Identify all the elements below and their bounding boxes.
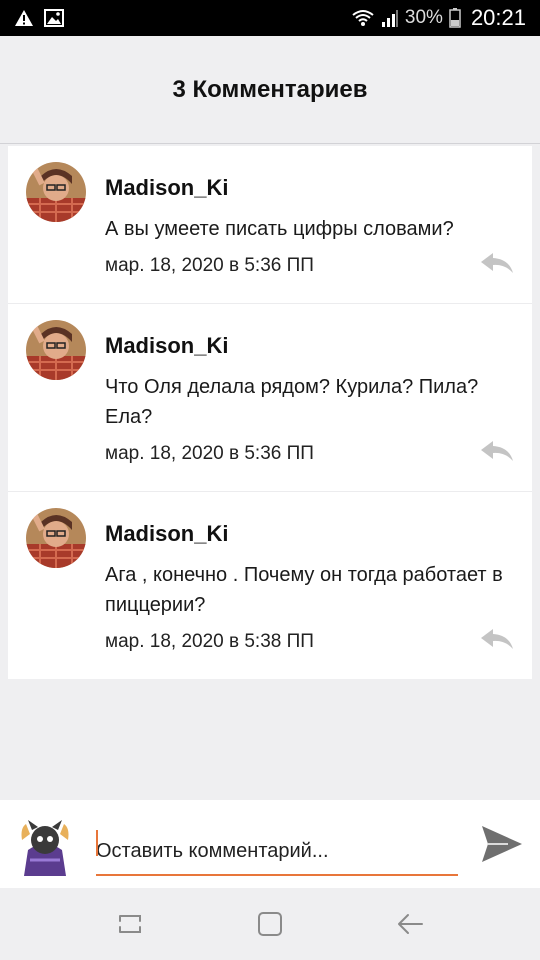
comment-input-bar	[0, 800, 540, 888]
comment-author[interactable]: Madison_Ki	[105, 492, 516, 546]
back-icon	[398, 914, 423, 934]
page-title: 3 Комментариев	[172, 75, 368, 103]
signal-icon	[381, 8, 399, 28]
recents-icon	[119, 915, 141, 933]
clock: 20:21	[470, 5, 526, 30]
warning-icon	[14, 9, 34, 27]
reply-icon[interactable]	[480, 628, 514, 655]
comment-date: мар. 18, 2020 в 5:36 ПП	[105, 442, 314, 464]
comment-meta: мар. 18, 2020 в 5:36 ПП	[105, 252, 516, 303]
comment-meta: мар. 18, 2020 в 5:38 ПП	[105, 628, 516, 679]
reply-icon[interactable]	[480, 252, 514, 279]
comment-text: Ага , конечно . Почему он тогда работает…	[105, 564, 503, 616]
avatar[interactable]	[26, 508, 86, 568]
image-icon	[44, 9, 64, 27]
text-cursor	[96, 830, 98, 856]
avatar[interactable]	[26, 162, 86, 222]
send-button[interactable]	[478, 820, 526, 868]
send-icon	[482, 826, 522, 862]
comment-text: Что Оля делала рядом? Курила? Пила? Ела?	[105, 376, 479, 428]
home-button[interactable]	[240, 894, 300, 954]
comment-text: А вы умеете писать цифры словами?	[105, 218, 454, 240]
comment-meta: мар. 18, 2020 в 5:36 ПП	[105, 440, 516, 491]
battery-icon	[449, 8, 461, 28]
reply-icon[interactable]	[480, 440, 514, 467]
battery-percent: 30%	[404, 7, 443, 28]
comment-author[interactable]: Madison_Ki	[105, 146, 516, 200]
comment-author[interactable]: Madison_Ki	[105, 304, 516, 358]
comment-date: мар. 18, 2020 в 5:36 ПП	[105, 254, 314, 276]
comments-list: Madison_Ki А вы умеете писать цифры слов…	[8, 146, 532, 679]
status-bar: 30% 20:21	[0, 0, 540, 36]
back-button[interactable]	[380, 894, 440, 954]
comment-date: мар. 18, 2020 в 5:38 ПП	[105, 630, 314, 652]
comment-item: Madison_Ki Ага , конечно . Почему он тог…	[8, 492, 532, 679]
recents-button[interactable]	[100, 894, 160, 954]
wifi-icon	[351, 8, 375, 28]
header: 3 Комментариев	[0, 36, 540, 144]
avatar[interactable]	[26, 320, 86, 380]
comment-input[interactable]	[96, 824, 458, 876]
comment-item: Madison_Ki А вы умеете писать цифры слов…	[8, 146, 532, 304]
home-icon	[258, 912, 282, 936]
nav-bar	[0, 888, 540, 960]
comment-item: Madison_Ki Что Оля делала рядом? Курила?…	[8, 304, 532, 492]
user-avatar[interactable]	[20, 820, 70, 876]
